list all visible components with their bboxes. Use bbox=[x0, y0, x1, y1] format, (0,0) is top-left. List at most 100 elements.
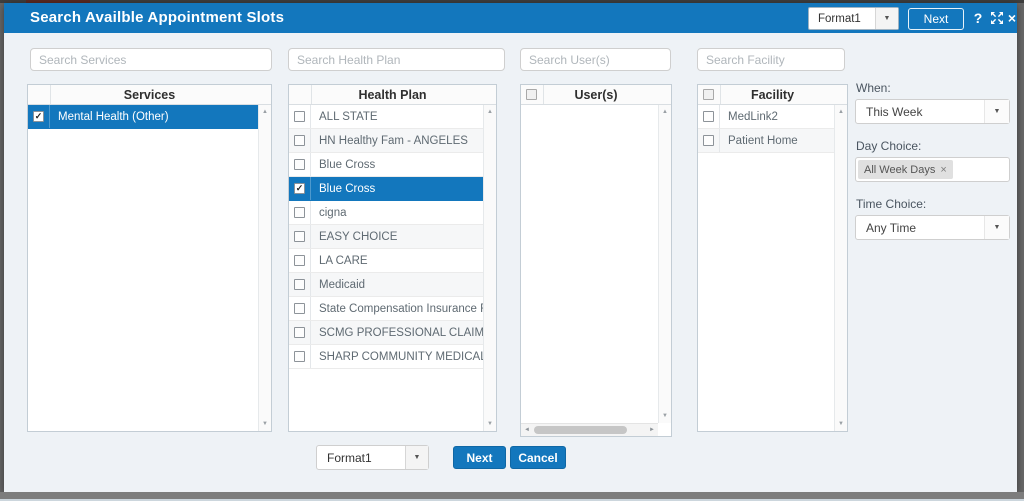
row-label: Mental Health (Other) bbox=[58, 110, 169, 123]
format-select-header-arrow[interactable]: ▼ bbox=[875, 8, 898, 29]
dialog-title: Search Availble Appointment Slots bbox=[30, 9, 285, 26]
facility-panel: Facility MedLink2 Patient Home ▲ ▼ bbox=[697, 84, 848, 432]
checkbox-cell bbox=[289, 297, 311, 320]
remove-tag-icon[interactable]: × bbox=[940, 164, 946, 176]
row-checkbox[interactable] bbox=[294, 231, 305, 242]
next-button-header[interactable]: Next bbox=[908, 8, 964, 30]
checkbox-cell bbox=[289, 153, 311, 176]
column-divider bbox=[311, 85, 312, 104]
health-row[interactable]: Medicaid bbox=[289, 273, 483, 297]
row-checkbox[interactable] bbox=[294, 207, 305, 218]
search-users-input[interactable] bbox=[520, 48, 671, 71]
checkbox-cell bbox=[289, 321, 311, 344]
horizontal-scrollbar-thumb[interactable] bbox=[534, 426, 627, 434]
row-label: SCMG PROFESSIONAL CLAIMS bbox=[319, 326, 483, 339]
facility-row[interactable]: Patient Home bbox=[698, 129, 834, 153]
row-checkbox[interactable] bbox=[294, 327, 305, 338]
health-row[interactable]: ALL STATE bbox=[289, 105, 483, 129]
checkbox-cell bbox=[698, 129, 720, 152]
format-select-header-value: Format1 bbox=[818, 12, 861, 25]
row-checkbox[interactable] bbox=[703, 135, 714, 146]
row-label: Patient Home bbox=[728, 134, 798, 147]
row-checkbox[interactable] bbox=[294, 351, 305, 362]
format-select-footer-arrow[interactable]: ▼ bbox=[405, 446, 428, 469]
scroll-down-icon[interactable]: ▼ bbox=[835, 419, 847, 429]
row-checkbox[interactable] bbox=[294, 303, 305, 314]
health-row[interactable]: Blue Cross bbox=[289, 153, 483, 177]
vertical-scrollbar[interactable]: ▲ ▼ bbox=[658, 105, 671, 423]
row-label: State Compensation Insurance Fund bbox=[319, 302, 483, 315]
day-choice-tag: All Week Days × bbox=[858, 160, 953, 179]
health-row[interactable]: State Compensation Insurance Fund bbox=[289, 297, 483, 321]
column-divider bbox=[543, 85, 544, 104]
health-row[interactable]: SCMG PROFESSIONAL CLAIMS bbox=[289, 321, 483, 345]
chevron-down-icon: ▼ bbox=[993, 224, 1001, 231]
facility-list: MedLink2 Patient Home bbox=[698, 105, 834, 431]
users-panel-header: User(s) bbox=[521, 85, 671, 105]
services-panel: Services ✓ Mental Health (Other) ▲ ▼ bbox=[27, 84, 272, 432]
time-choice-select[interactable]: Any Time ▼ bbox=[855, 215, 1010, 240]
users-list bbox=[521, 105, 658, 423]
format-select-header[interactable]: Format1 ▼ bbox=[808, 7, 899, 30]
health-plan-panel: Health Plan ALL STATE HN Healthy Fam - AN… bbox=[288, 84, 497, 432]
health-plan-panel-title: Health Plan bbox=[358, 88, 427, 102]
day-choice-label: Day Choice: bbox=[856, 139, 922, 153]
scroll-down-icon[interactable]: ▼ bbox=[484, 419, 496, 429]
row-checkbox[interactable] bbox=[294, 135, 305, 146]
scroll-up-icon[interactable]: ▲ bbox=[259, 107, 271, 117]
row-checkbox[interactable] bbox=[703, 111, 714, 122]
row-label: EASY CHOICE bbox=[319, 230, 398, 243]
next-button[interactable]: Next bbox=[453, 446, 506, 469]
row-label: MedLink2 bbox=[728, 110, 778, 123]
facility-row[interactable]: MedLink2 bbox=[698, 105, 834, 129]
checkbox-cell bbox=[289, 273, 311, 296]
search-health-plan-input[interactable] bbox=[288, 48, 505, 71]
row-checkbox[interactable] bbox=[294, 159, 305, 170]
health-row[interactable]: SHARP COMMUNITY MEDICAL ... bbox=[289, 345, 483, 369]
row-label: LA CARE bbox=[319, 254, 368, 267]
when-select-arrow[interactable]: ▼ bbox=[984, 100, 1009, 123]
time-choice-select-arrow[interactable]: ▼ bbox=[984, 216, 1009, 239]
cancel-button[interactable]: Cancel bbox=[510, 446, 566, 469]
row-checkbox[interactable]: ✓ bbox=[33, 111, 44, 122]
row-label: Medicaid bbox=[319, 278, 366, 291]
row-label: SHARP COMMUNITY MEDICAL ... bbox=[319, 350, 483, 363]
search-services-input[interactable] bbox=[30, 48, 272, 71]
services-panel-header: Services bbox=[28, 85, 271, 105]
row-checkbox[interactable] bbox=[294, 279, 305, 290]
vertical-scrollbar[interactable]: ▲ ▼ bbox=[258, 105, 271, 431]
when-select[interactable]: This Week ▼ bbox=[855, 99, 1010, 124]
row-checkbox[interactable]: ✓ bbox=[294, 183, 305, 194]
health-row[interactable]: HN Healthy Fam - ANGELES bbox=[289, 129, 483, 153]
scroll-up-icon[interactable]: ▲ bbox=[484, 107, 496, 117]
services-panel-title: Services bbox=[123, 88, 176, 102]
scroll-left-icon[interactable]: ◄ bbox=[521, 424, 533, 436]
vertical-scrollbar[interactable]: ▲ ▼ bbox=[483, 105, 496, 431]
format-select-footer[interactable]: Format1 ▼ bbox=[316, 445, 429, 470]
row-checkbox[interactable] bbox=[294, 111, 305, 122]
horizontal-scrollbar[interactable]: ◄ ► bbox=[521, 423, 658, 436]
format-select-footer-value: Format1 bbox=[327, 450, 372, 465]
health-row[interactable]: EASY CHOICE bbox=[289, 225, 483, 249]
health-row[interactable]: ✓ Blue Cross bbox=[289, 177, 483, 201]
chevron-down-icon: ▼ bbox=[413, 454, 421, 461]
day-choice-tag-label: All Week Days bbox=[864, 163, 936, 176]
checkbox-cell bbox=[289, 201, 311, 224]
scroll-down-icon[interactable]: ▼ bbox=[659, 411, 671, 421]
search-appointment-slots-dialog: Search Availble Appointment Slots Format… bbox=[4, 3, 1017, 492]
row-checkbox[interactable] bbox=[294, 255, 305, 266]
checkbox-cell: ✓ bbox=[289, 177, 311, 200]
scroll-down-icon[interactable]: ▼ bbox=[259, 419, 271, 429]
vertical-scrollbar[interactable]: ▲ ▼ bbox=[834, 105, 847, 431]
scroll-up-icon[interactable]: ▲ bbox=[835, 107, 847, 117]
health-row[interactable]: LA CARE bbox=[289, 249, 483, 273]
close-icon[interactable]: × bbox=[1004, 3, 1020, 33]
day-choice-input[interactable]: All Week Days × bbox=[855, 157, 1010, 182]
health-row[interactable]: cigna bbox=[289, 201, 483, 225]
scroll-right-icon[interactable]: ► bbox=[646, 424, 658, 436]
search-facility-input[interactable] bbox=[697, 48, 845, 71]
services-row[interactable]: ✓ Mental Health (Other) bbox=[28, 105, 258, 129]
checkbox-cell bbox=[289, 129, 311, 152]
scroll-up-icon[interactable]: ▲ bbox=[659, 107, 671, 117]
help-icon[interactable]: ? bbox=[970, 3, 986, 33]
